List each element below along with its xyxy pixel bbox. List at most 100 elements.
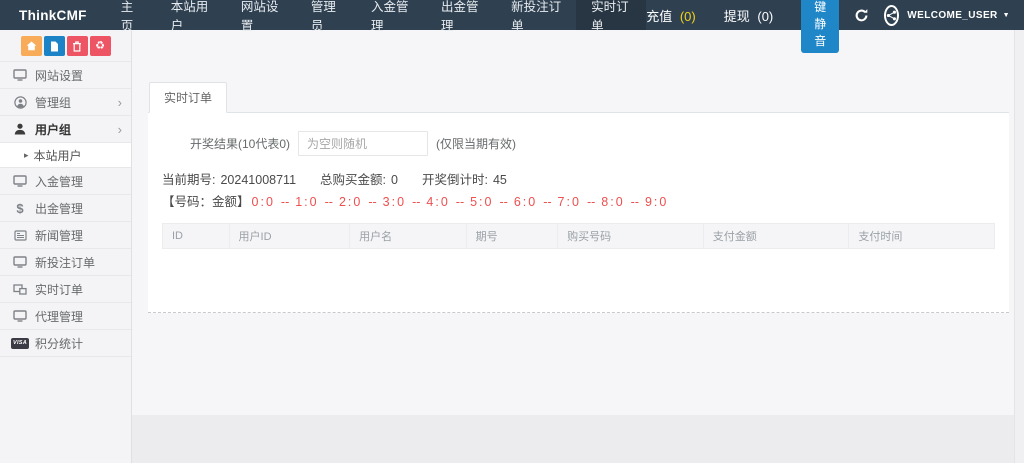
sidebar-item-withdraw[interactable]: $ 出金管理 xyxy=(0,195,131,222)
user-circle-icon xyxy=(11,96,29,109)
top-navbar: ThinkCMF 主页 本站用户 网站设置 管理员 入金管理 出金管理 新投注订… xyxy=(0,0,1024,30)
col-numbers: 购买号码 xyxy=(558,224,704,249)
caret-right-icon: ▸ xyxy=(24,150,29,161)
withdraw-counter[interactable]: 提现 (0) xyxy=(724,6,774,25)
number-amount-pair: 5:0 xyxy=(470,195,493,209)
recycle-icon[interactable]: ♻ xyxy=(90,36,111,56)
sidebar-item-agents[interactable]: 代理管理 xyxy=(0,303,131,330)
chevron-right-icon: › xyxy=(118,123,122,136)
number-amount-pair: 1:0 xyxy=(295,195,318,209)
monitor-icon xyxy=(11,175,29,187)
number-amount-pair: 2:0 xyxy=(339,195,362,209)
trash-icon[interactable] xyxy=(67,36,88,56)
nav-item-new-bets[interactable]: 新投注订单 xyxy=(496,0,576,30)
sidebar-item-label: 新投注订单 xyxy=(35,254,95,271)
monitor-icon xyxy=(11,310,29,322)
sidebar-quick-buttons: ♻ xyxy=(0,30,131,61)
recharge-label: 充值 xyxy=(646,9,672,24)
sidebar-item-admin-group[interactable]: 管理组 › xyxy=(0,89,131,116)
content-bottom-strip xyxy=(132,415,1024,463)
sidebar-item-label: 网站设置 xyxy=(35,67,83,84)
countdown-label: 开奖倒计时: xyxy=(422,173,488,187)
sidebar-item-news[interactable]: 新闻管理 xyxy=(0,222,131,249)
number-amount-pair: 3:0 xyxy=(383,195,406,209)
tab-realtime-orders[interactable]: 实时订单 xyxy=(149,82,227,113)
refresh-icon[interactable] xyxy=(854,8,869,23)
current-period-value: 20241008711 xyxy=(220,173,296,187)
orders-table: ID 用户ID 用户名 期号 购买号码 支付金额 支付时间 xyxy=(162,223,995,249)
nav-item-deposit[interactable]: 入金管理 xyxy=(356,0,426,30)
withdraw-count: (0) xyxy=(757,9,773,24)
number-amount-prefix: 【号码：金额】 xyxy=(162,195,250,209)
tabs-row: 实时订单 xyxy=(148,85,1009,113)
col-username: 用户名 xyxy=(350,224,466,249)
home-icon[interactable] xyxy=(21,36,42,56)
current-period: 当前期号: 20241008711 xyxy=(162,169,296,188)
sidebar-item-user-group[interactable]: 用户组 › xyxy=(0,116,131,143)
sidebar-item-label: 管理组 xyxy=(35,94,71,111)
nav-item-realtime-orders[interactable]: 实时订单 xyxy=(576,0,646,30)
col-pay-time: 支付时间 xyxy=(849,224,995,249)
lottery-result-form: 开奖结果(10代表0) (仅限当期有效) xyxy=(162,131,995,156)
total-purchase: 总购买金额: 0 xyxy=(320,169,398,188)
lottery-result-input[interactable] xyxy=(298,131,428,156)
admin-screen: ThinkCMF 主页 本站用户 网站设置 管理员 入金管理 出金管理 新投注订… xyxy=(0,0,1024,463)
nav-item-admins[interactable]: 管理员 xyxy=(296,0,356,30)
monitor-icon xyxy=(11,69,29,81)
nav-item-withdraw[interactable]: 出金管理 xyxy=(426,0,496,30)
sidebar-item-label: 出金管理 xyxy=(35,200,83,217)
scrollbar[interactable] xyxy=(1014,30,1024,463)
sidebar-item-deposit[interactable]: 入金管理 xyxy=(0,168,131,195)
number-amount-pair: 0:0 xyxy=(252,195,275,209)
recharge-counter[interactable]: 充值 (0) xyxy=(646,6,696,25)
monitor-icon xyxy=(11,256,29,268)
number-amount-pair: 9:0 xyxy=(645,195,668,209)
user-menu[interactable]: WELCOME_USER ▼ xyxy=(907,10,1010,21)
countdown-value: 45 xyxy=(493,173,507,187)
main-content: 实时订单 开奖结果(10代表0) (仅限当期有效) 当前期号: 202410087… xyxy=(132,30,1024,463)
recharge-count: (0) xyxy=(680,9,696,24)
sidebar-item-site-users[interactable]: ▸ 本站用户 xyxy=(0,143,131,168)
sidebar-item-realtime-orders[interactable]: 实时订单 xyxy=(0,276,131,303)
countdown: 开奖倒计时: 45 xyxy=(422,169,507,188)
news-icon xyxy=(11,230,29,241)
sidebar: ♻ 网站设置 管理组 › 用户组 xyxy=(0,30,132,463)
screens-icon xyxy=(11,284,29,295)
nav-item-site-users[interactable]: 本站用户 xyxy=(156,0,226,30)
sidebar-item-label: 入金管理 xyxy=(35,173,83,190)
user-icon xyxy=(11,123,29,135)
chevron-right-icon: › xyxy=(118,96,122,109)
caret-down-icon: ▼ xyxy=(1003,12,1010,19)
file-icon[interactable] xyxy=(44,36,65,56)
col-amount: 支付金额 xyxy=(703,224,849,249)
mute-all-button[interactable]: 一键静音 xyxy=(801,0,839,53)
total-purchase-value: 0 xyxy=(391,173,398,187)
sidebar-item-label: 用户组 xyxy=(35,121,71,138)
nav-item-home[interactable]: 主页 xyxy=(106,0,156,30)
nav-item-site-settings[interactable]: 网站设置 xyxy=(226,0,296,30)
total-purchase-label: 总购买金额: xyxy=(320,173,386,187)
number-amount-pair: 8:0 xyxy=(601,195,624,209)
username-text: WELCOME_USER xyxy=(907,10,997,21)
navbar-right-cluster: 充值 (0) 提现 (0) 一键静音 xyxy=(646,0,1024,30)
avatar[interactable] xyxy=(884,5,899,26)
table-header-row: ID 用户ID 用户名 期号 购买号码 支付金额 支付时间 xyxy=(163,224,995,249)
sidebar-item-points[interactable]: VISA 积分统计 xyxy=(0,330,131,357)
sidebar-item-label: 新闻管理 xyxy=(35,227,83,244)
col-user-id: 用户ID xyxy=(229,224,350,249)
number-amount-pair: 6:0 xyxy=(514,195,537,209)
sidebar-item-site-settings[interactable]: 网站设置 xyxy=(0,62,131,89)
number-amount-pair: 7:0 xyxy=(558,195,581,209)
sidebar-menu: 网站设置 管理组 › 用户组 › ▸ 本站用户 xyxy=(0,61,131,357)
lottery-result-label: 开奖结果(10代表0) xyxy=(162,135,290,152)
current-period-label: 当前期号: xyxy=(162,173,215,187)
col-id: ID xyxy=(163,224,230,249)
col-period: 期号 xyxy=(466,224,558,249)
number-amount-row: 【号码：金额】0:0--1:0--2:0--3:0--4:0--5:0--6:0… xyxy=(162,191,995,210)
app-logo: ThinkCMF xyxy=(0,0,106,30)
share-icon xyxy=(886,10,897,21)
sidebar-item-new-bets[interactable]: 新投注订单 xyxy=(0,249,131,276)
visa-icon: VISA xyxy=(11,338,29,349)
sidebar-item-label: 积分统计 xyxy=(35,335,83,352)
lottery-result-hint: (仅限当期有效) xyxy=(436,135,516,152)
